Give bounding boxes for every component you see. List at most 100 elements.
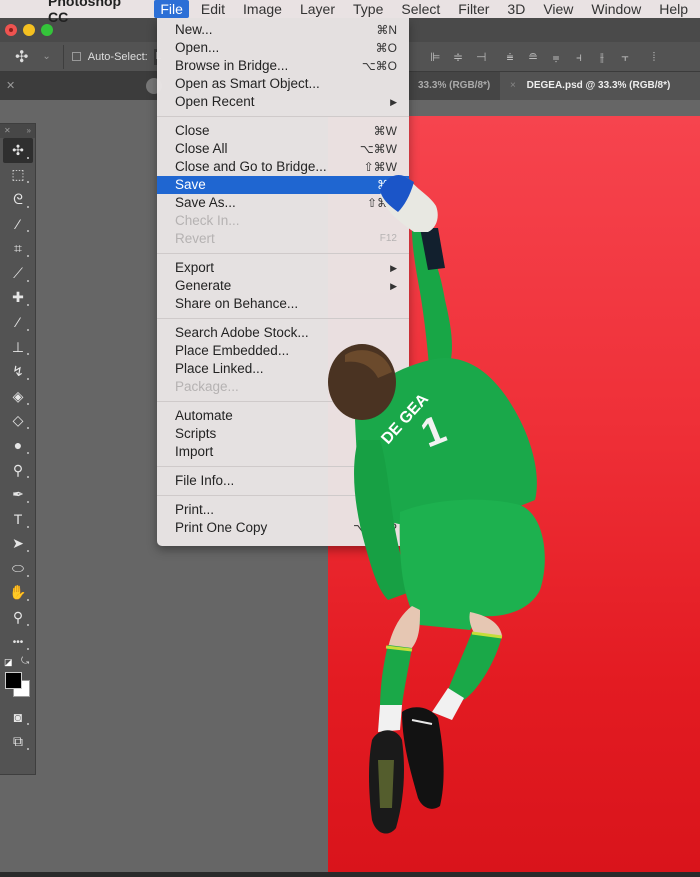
menu-item-close-all[interactable]: Close All ⌥⌘W [157, 140, 409, 158]
menu-item-label: Open Recent [175, 94, 255, 109]
menu-item-save[interactable]: Save ⌘S [157, 176, 409, 194]
swap-colors-icon[interactable]: ⤿ [21, 656, 29, 667]
distribute-right-icon[interactable]: ⫟ [620, 50, 630, 65]
menu-item-open[interactable]: Open... ⌘O [157, 39, 409, 57]
distribute-bottom-icon[interactable]: ⩦ [551, 50, 561, 65]
close-icon[interactable]: ✕ [6, 72, 15, 100]
distribute-left-icon[interactable]: ⫞ [574, 50, 584, 65]
eraser-tool-icon[interactable]: ◈ [3, 384, 33, 409]
history-brush-tool-icon[interactable]: ↯ [3, 359, 33, 384]
default-colors-icon[interactable]: ◪ [4, 657, 14, 667]
healing-brush-tool-icon[interactable]: ✚ [3, 286, 33, 311]
crop-tool-icon[interactable]: ⌗ [3, 236, 33, 261]
quick-mask-icon[interactable]: ◙ [3, 704, 33, 729]
maximize-window-button[interactable] [41, 24, 53, 36]
menu-select[interactable]: Select [395, 0, 446, 18]
color-swatches: ◪ ⤿ [0, 654, 35, 704]
menu-item-open-as-smart-object[interactable]: Open as Smart Object... [157, 75, 409, 93]
close-tab-icon[interactable]: × [510, 80, 516, 91]
edit-toolbar-icon[interactable]: ••• [3, 630, 33, 655]
tab-document-degea[interactable]: × DEGEA.psd @ 33.3% (RGB/8*) [500, 72, 700, 100]
brush-tool-icon[interactable]: ⁄ [3, 310, 33, 335]
marquee-tool-icon[interactable]: ⬚ [3, 163, 33, 188]
menu-item-label: Open as Smart Object... [175, 76, 320, 91]
menu-item-export[interactable]: Export ▶ [157, 259, 409, 277]
menu-item-revert: Revert F12 [157, 230, 409, 248]
move-tool-icon[interactable]: ✣ [3, 138, 33, 163]
menu-item-browse-in-bridge[interactable]: Browse in Bridge... ⌥⌘O [157, 57, 409, 75]
close-window-button[interactable] [5, 24, 17, 36]
paint-bucket-tool-icon[interactable]: ◇ [3, 409, 33, 434]
align-center-icon[interactable]: ≑ [453, 50, 463, 65]
menu-item-save-as[interactable]: Save As... ⇧⌘S [157, 194, 409, 212]
menu-item-print-one-copy[interactable]: Print One Copy ⌥⇧⌘P [157, 519, 409, 537]
collapse-icon[interactable]: ✕ [4, 124, 11, 138]
menu-item-label: New... [175, 22, 213, 37]
blur-tool-icon[interactable]: ● [3, 433, 33, 458]
menu-filter[interactable]: Filter [452, 0, 495, 18]
menu-type[interactable]: Type [347, 0, 389, 18]
menu-file[interactable]: File [154, 0, 189, 18]
menu-item-label: Place Linked... [175, 361, 264, 376]
auto-select-label: Auto-Select: [87, 50, 148, 63]
menu-item-label: Revert [175, 231, 215, 246]
pen-tool-icon[interactable]: ✒ [3, 482, 33, 507]
menu-layer[interactable]: Layer [294, 0, 341, 18]
menu-item-generate[interactable]: Generate ▶ [157, 277, 409, 295]
path-selection-tool-icon[interactable]: ➤ [3, 532, 33, 557]
submenu-arrow-icon: ▶ [390, 263, 397, 273]
menu-item-new[interactable]: New... ⌘N [157, 21, 409, 39]
menu-edit[interactable]: Edit [195, 0, 231, 18]
minimize-window-button[interactable] [23, 24, 35, 36]
tools-panel-header[interactable]: ✕ » [0, 124, 35, 138]
menu-item-place-embedded[interactable]: Place Embedded... [157, 342, 409, 360]
expand-icon[interactable]: » [27, 124, 31, 138]
clone-stamp-tool-icon[interactable]: ⊥ [3, 335, 33, 360]
distribute-middle-icon[interactable]: ≘ [528, 50, 538, 65]
menu-item-label: Close All [175, 141, 228, 156]
screen-mode-icon[interactable]: ⧉ [3, 729, 33, 754]
menu-item-search-adobe-stock[interactable]: Search Adobe Stock... [157, 324, 409, 342]
dodge-tool-icon[interactable]: ⚲ [3, 458, 33, 483]
app-menu[interactable]: Photoshop CC [48, 0, 140, 25]
chevron-down-icon[interactable]: ⌄ [42, 51, 50, 62]
hand-tool-icon[interactable]: ✋ [3, 581, 33, 606]
menu-item-scripts[interactable]: Scripts [157, 425, 409, 443]
lasso-tool-icon[interactable]: ᘓ [3, 187, 33, 212]
menu-item-open-recent[interactable]: Open Recent ▶ [157, 93, 409, 111]
menu-item-close[interactable]: Close ⌘W [157, 122, 409, 140]
menu-item-label: Place Embedded... [175, 343, 290, 358]
distribute-top-icon[interactable]: ⩧ [505, 50, 515, 65]
menu-item-import[interactable]: Import [157, 443, 409, 461]
menu-item-shortcut: ⌘S [376, 178, 397, 192]
foreground-color-swatch[interactable] [5, 672, 22, 690]
menu-item-print[interactable]: Print... ⌘P [157, 501, 409, 519]
menu-3d[interactable]: 3D [501, 0, 531, 18]
menu-help[interactable]: Help [653, 0, 694, 18]
auto-align-icon[interactable]: ⦙ [649, 50, 659, 65]
distribute-center-icon[interactable]: ⫲ [597, 50, 607, 65]
tab-label: DEGEA.psd @ 33.3% (RGB/8*) [526, 80, 671, 91]
eyedropper-tool-icon[interactable]: ⟋ [3, 261, 33, 286]
menu-window[interactable]: Window [585, 0, 647, 18]
menu-item-shortcut: ⌘P [376, 503, 397, 517]
menu-item-label: Check In... [175, 213, 240, 228]
magic-wand-tool-icon[interactable]: ⁄ [3, 212, 33, 237]
ellipse-tool-icon[interactable]: ⬭ [3, 556, 33, 581]
tab-document-1[interactable]: 33.3% (RGB/8*) [408, 72, 500, 100]
menu-view[interactable]: View [537, 0, 579, 18]
align-left-icon[interactable]: ⊫ [430, 50, 440, 65]
menu-item-share-on-behance[interactable]: Share on Behance... [157, 295, 409, 313]
menu-item-label: Scripts [175, 426, 217, 441]
auto-select-checkbox[interactable] [71, 52, 81, 61]
menu-image[interactable]: Image [237, 0, 288, 18]
menu-item-close-and-go-to-bridge[interactable]: Close and Go to Bridge... ⇧⌘W [157, 158, 409, 176]
type-tool-icon[interactable]: T [3, 507, 33, 532]
move-tool-icon[interactable]: ✣ [15, 47, 28, 67]
menu-item-place-linked[interactable]: Place Linked... [157, 360, 409, 378]
menu-item-file-info[interactable]: File Info... ⌥⇧⌘I [157, 472, 409, 490]
menu-item-check-in: Check In... [157, 212, 409, 230]
menu-item-automate[interactable]: Automate [157, 407, 409, 425]
zoom-tool-icon[interactable]: ⚲ [3, 605, 33, 630]
align-right-icon[interactable]: ⊣ [476, 50, 486, 65]
